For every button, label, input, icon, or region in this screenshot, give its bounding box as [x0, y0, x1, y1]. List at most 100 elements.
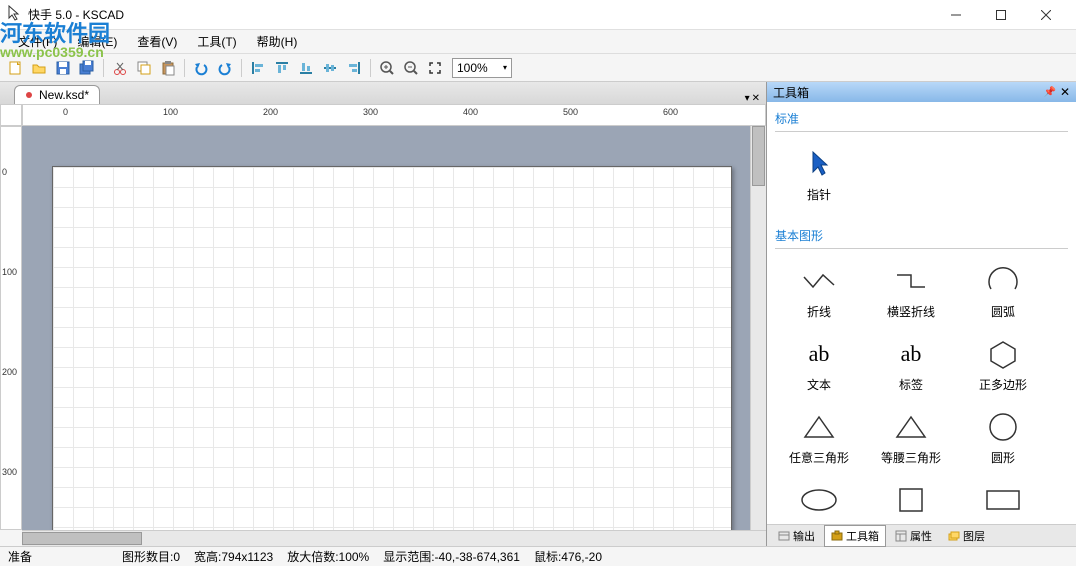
tool-label[interactable]: ab 标签: [867, 330, 955, 399]
statusbar: 准备 图形数目:0 宽高:794x1123 放大倍数:100% 显示范围:-40…: [0, 546, 1076, 566]
menu-edit[interactable]: 编辑(E): [67, 30, 127, 53]
paste-button[interactable]: [157, 57, 179, 79]
status-mouse: 鼠标:476,-20: [534, 548, 602, 565]
undo-button[interactable]: [190, 57, 212, 79]
document-tab-label: New.ksd*: [39, 88, 89, 102]
close-panel-icon[interactable]: ✕: [1060, 85, 1070, 99]
cut-button[interactable]: [109, 57, 131, 79]
redo-button[interactable]: [214, 57, 236, 79]
menu-file[interactable]: 文件(F): [8, 30, 67, 53]
tab-toolbox[interactable]: 工具箱: [824, 525, 886, 547]
toolbox-header: 工具箱 📌 ✕: [767, 82, 1076, 102]
tool-label: 椭圆形: [801, 522, 837, 524]
ruler-corner: [0, 104, 22, 126]
arc-icon: [983, 263, 1023, 299]
vertical-scrollbar[interactable]: [750, 126, 766, 530]
tool-label: 横竖折线: [887, 303, 935, 320]
tool-isotriangle[interactable]: 等腰三角形: [867, 403, 955, 472]
status-size: 宽高:794x1123: [194, 548, 273, 565]
tool-text[interactable]: ab 文本: [775, 330, 863, 399]
isotriangle-icon: [891, 409, 931, 445]
document-tab-active[interactable]: New.ksd*: [14, 85, 100, 104]
rectangle-icon: [983, 482, 1023, 518]
tab-output[interactable]: 输出: [771, 525, 822, 547]
menu-tools[interactable]: 工具(T): [187, 30, 246, 53]
align-center-h-button[interactable]: [319, 57, 341, 79]
tool-polygon[interactable]: 正多边形: [959, 330, 1047, 399]
toolbox-tab-icon: [831, 530, 843, 542]
zoom-value: 100%: [457, 61, 488, 75]
ruler-horizontal: 0 100 200 300 400 500 600: [22, 104, 766, 126]
ellipse-icon: [799, 482, 839, 518]
align-top-button[interactable]: [271, 57, 293, 79]
ruler-vertical: 0 100 200 300: [0, 126, 22, 530]
polyline-icon: [799, 263, 839, 299]
menu-help[interactable]: 帮助(H): [247, 30, 308, 53]
menu-view[interactable]: 查看(V): [127, 30, 187, 53]
tab-dropdown-icon[interactable]: ▾: [745, 93, 750, 104]
polygon-icon: [983, 336, 1023, 372]
section-title-basic: 基本图形: [775, 223, 1068, 249]
tool-arc[interactable]: 圆弧: [959, 257, 1047, 326]
tool-hvpolyline[interactable]: 横竖折线: [867, 257, 955, 326]
status-viewport: 显示范围:-40,-38-674,361: [383, 548, 520, 565]
circle-icon: [983, 409, 1023, 445]
align-bottom-button[interactable]: [295, 57, 317, 79]
drawing-page[interactable]: [52, 166, 732, 530]
document-tabs: New.ksd* ▾ ✕: [0, 82, 766, 104]
window-title: 快手 5.0 - KSCAD: [28, 6, 933, 23]
hvpolyline-icon: [891, 263, 931, 299]
tab-dot-icon: [25, 91, 33, 99]
align-left-button[interactable]: [247, 57, 269, 79]
zoom-in-button[interactable]: [376, 57, 398, 79]
zoom-fit-button[interactable]: [424, 57, 446, 79]
tool-square[interactable]: 正方形: [867, 476, 955, 524]
zoom-combo[interactable]: 100% ▾: [452, 58, 512, 78]
tool-label: 等腰三角形: [881, 449, 941, 466]
section-standard: 标准 指针: [775, 106, 1068, 209]
saveall-button[interactable]: [76, 57, 98, 79]
status-shapes: 图形数目:0: [122, 548, 180, 565]
pin-icon[interactable]: 📌: [1043, 87, 1055, 98]
save-button[interactable]: [52, 57, 74, 79]
scrollbar-thumb[interactable]: [752, 126, 765, 186]
tool-label: 指针: [807, 186, 831, 203]
tab-close-icon[interactable]: ✕: [752, 93, 760, 104]
pointer-icon: [799, 146, 839, 182]
status-zoom: 放大倍数:100%: [287, 548, 369, 565]
tool-label: 正多边形: [979, 376, 1027, 393]
tool-triangle[interactable]: 任意三角形: [775, 403, 863, 472]
app-icon: [8, 5, 22, 24]
maximize-button[interactable]: [978, 1, 1023, 29]
minimize-button[interactable]: [933, 1, 978, 29]
tool-label: 任意三角形: [789, 449, 849, 466]
close-button[interactable]: [1023, 1, 1068, 29]
toolbox-panel: 工具箱 📌 ✕ 标准 指针 基本图形 折线: [766, 82, 1076, 546]
zoom-out-button[interactable]: [400, 57, 422, 79]
label-icon: ab: [891, 336, 931, 372]
tool-rectangle[interactable]: 长方形: [959, 476, 1047, 524]
new-button[interactable]: [4, 57, 26, 79]
open-button[interactable]: [28, 57, 50, 79]
tool-pointer[interactable]: 指针: [775, 140, 863, 209]
square-icon: [891, 482, 931, 518]
tab-properties[interactable]: 属性: [888, 525, 939, 547]
section-basic: 基本图形 折线 横竖折线 圆弧 ab: [775, 223, 1068, 524]
titlebar: 快手 5.0 - KSCAD: [0, 0, 1076, 30]
properties-icon: [895, 530, 907, 542]
triangle-icon: [799, 409, 839, 445]
horizontal-scrollbar[interactable]: [22, 530, 766, 546]
tool-ellipse[interactable]: 椭圆形: [775, 476, 863, 524]
copy-button[interactable]: [133, 57, 155, 79]
align-right-button[interactable]: [343, 57, 365, 79]
scrollbar-thumb[interactable]: [22, 532, 142, 545]
canvas[interactable]: [22, 126, 750, 530]
tool-polyline[interactable]: 折线: [775, 257, 863, 326]
layers-icon: [948, 530, 960, 542]
tool-label: 文本: [807, 376, 831, 393]
section-title-standard: 标准: [775, 106, 1068, 132]
tab-layers[interactable]: 图层: [941, 525, 992, 547]
status-ready: 准备: [8, 548, 108, 565]
tool-circle[interactable]: 圆形: [959, 403, 1047, 472]
toolbox-title: 工具箱: [773, 84, 809, 101]
